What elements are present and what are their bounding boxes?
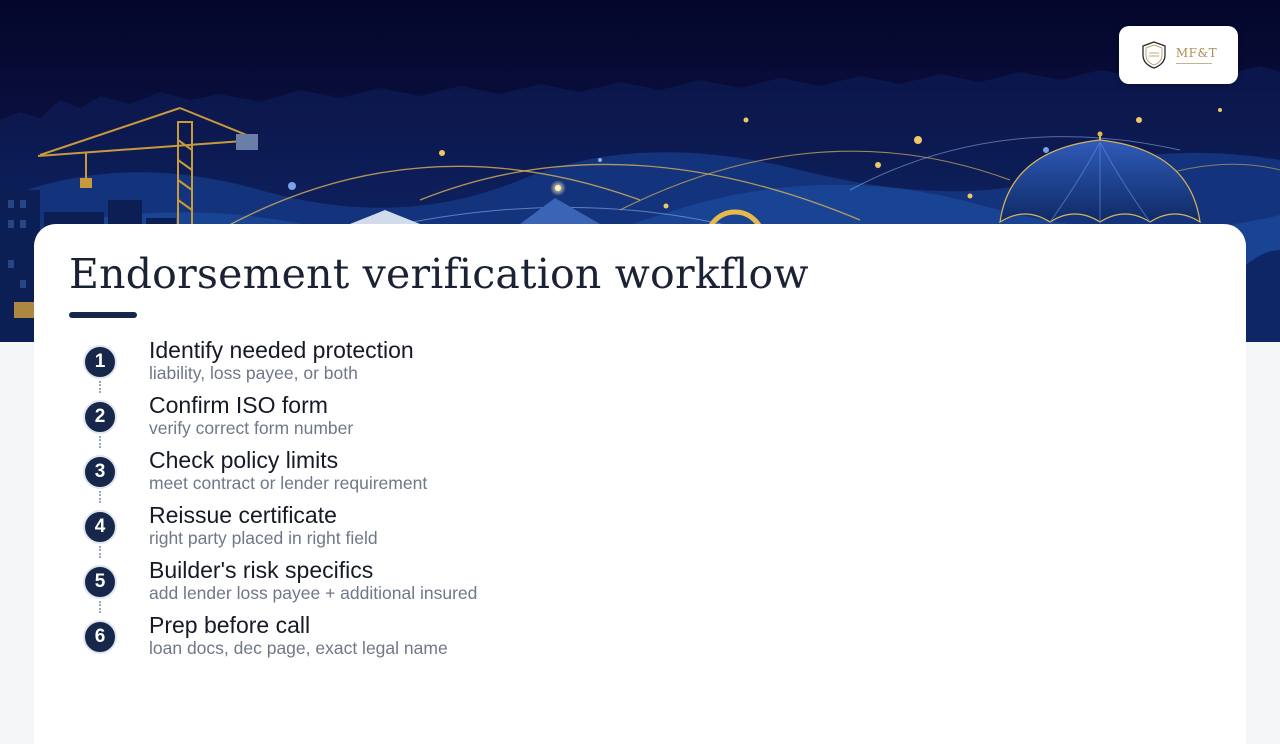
- content-card: [34, 224, 1246, 744]
- shield-logo-icon: [1142, 41, 1166, 69]
- logo-underline: [1175, 63, 1212, 64]
- title-underline: [69, 312, 137, 318]
- logo-wordmark: MF&T: [1175, 46, 1218, 64]
- company-logo: MF&T: [1119, 26, 1238, 84]
- slide-title: Endorsement verification workflow: [69, 250, 809, 298]
- logo-text: MF&T: [1175, 46, 1218, 60]
